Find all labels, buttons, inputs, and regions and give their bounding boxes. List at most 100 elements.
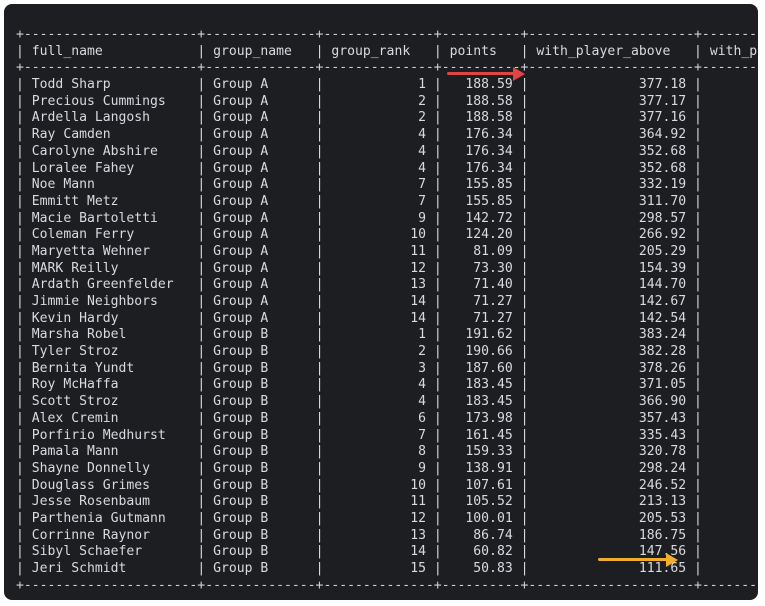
cell-with_player_below: 101.66 bbox=[710, 561, 758, 576]
cell-with_player_above: 352.68 bbox=[536, 143, 687, 159]
cell-full_name: Porfirio Medhurst bbox=[31, 427, 190, 443]
cell-points: 60.82 bbox=[449, 544, 513, 560]
cell-points: 188.59 bbox=[449, 77, 513, 93]
cell-group_rank: 2 bbox=[331, 110, 426, 126]
table-row: | Bernita Yundt | Group B | 3 | 187.60 |… bbox=[16, 361, 758, 378]
table-header-border: +----------------------+--------------+-… bbox=[16, 60, 758, 76]
cell-group_rank: 11 bbox=[331, 494, 426, 510]
cell-group_rank: 4 bbox=[331, 377, 426, 393]
cell-group_rank: 4 bbox=[331, 143, 426, 159]
yellow-arrow-icon bbox=[598, 552, 678, 567]
table-row: | Ray Camden | Group A | 4 | 176.34 | 36… bbox=[16, 127, 758, 144]
cell-with_player_above: 366.90 bbox=[536, 394, 687, 410]
cell-with_player_above: 382.28 bbox=[536, 344, 687, 360]
table-row: | Marsha Robel | Group B | 1 | 191.62 | … bbox=[16, 327, 758, 344]
cell-points: 100.01 bbox=[449, 510, 513, 526]
cell-with_player_above: 205.29 bbox=[536, 243, 687, 259]
cell-points: 191.62 bbox=[449, 327, 513, 343]
table-row: | Macie Bartoletti | Group A | 9 | 142.7… bbox=[16, 211, 758, 228]
cell-group_name: Group B bbox=[213, 360, 308, 376]
cell-full_name: Kevin Hardy bbox=[31, 310, 190, 326]
cell-with_player_below: 246.52 bbox=[710, 461, 758, 476]
cell-with_player_below: 147.56 bbox=[710, 528, 758, 543]
table-row: | Roy McHaffa | Group B | 4 | 183.45 | 3… bbox=[16, 377, 758, 394]
cell-group_rank: 1 bbox=[331, 327, 426, 343]
cell-with_player_below: 366.90 bbox=[710, 377, 758, 392]
table-row: | Porfirio Medhurst | Group B | 7 | 161.… bbox=[16, 428, 758, 445]
cell-group_rank: 9 bbox=[331, 460, 426, 476]
cell-group_name: Group B bbox=[213, 410, 308, 426]
cell-with_player_above: 320.78 bbox=[536, 444, 687, 460]
cell-with_player_below: 266.92 bbox=[710, 211, 758, 226]
cell-with_player_above: 142.54 bbox=[536, 310, 687, 326]
cell-with_player_above: 246.52 bbox=[536, 477, 687, 493]
cell-full_name: Todd Sharp bbox=[31, 77, 190, 93]
cell-group_rank: 3 bbox=[331, 360, 426, 376]
cell-group_rank: 13 bbox=[331, 527, 426, 543]
cell-group_rank: 13 bbox=[331, 277, 426, 293]
cell-group_name: Group B bbox=[213, 344, 308, 360]
cell-full_name: Carolyne Abshire bbox=[31, 143, 190, 159]
table-row: | Corrinne Raynor | Group B | 13 | 86.74… bbox=[16, 528, 758, 545]
cell-points: 155.85 bbox=[449, 193, 513, 209]
cell-with_player_above: 205.53 bbox=[536, 510, 687, 526]
cell-group_rank: 8 bbox=[331, 444, 426, 460]
cell-with_player_below: 298.24 bbox=[710, 444, 758, 459]
table-row: | Jimmie Neighbors | Group A | 14 | 71.2… bbox=[16, 294, 758, 311]
query-result-table: +----------------------+--------------+-… bbox=[16, 27, 758, 594]
cell-with_player_above: 378.26 bbox=[536, 360, 687, 376]
table-row: | Parthenia Gutmann | Group B | 12 | 100… bbox=[16, 511, 758, 528]
column-header-with_player_above: with_player_above bbox=[536, 43, 687, 59]
cell-group_name: Group B bbox=[213, 394, 308, 410]
cell-group_name: Group B bbox=[213, 460, 308, 476]
cell-group_name: Group A bbox=[213, 193, 308, 209]
cell-group_rank: 11 bbox=[331, 243, 426, 259]
cell-with_player_above: 371.05 bbox=[536, 377, 687, 393]
cell-with_player_below: 377.16 bbox=[710, 94, 758, 109]
table-row: | Douglass Grimes | Group B | 10 | 107.6… bbox=[16, 478, 758, 495]
cell-with_player_above: 377.16 bbox=[536, 110, 687, 126]
cell-full_name: Macie Bartoletti bbox=[31, 210, 190, 226]
cell-points: 159.33 bbox=[449, 444, 513, 460]
cell-group_name: Group B bbox=[213, 327, 308, 343]
cell-points: 155.85 bbox=[449, 177, 513, 193]
cell-points: 81.09 bbox=[449, 243, 513, 259]
cell-points: 161.45 bbox=[449, 427, 513, 443]
cell-group_name: Group A bbox=[213, 210, 308, 226]
cell-with_player_below: 142.67 bbox=[710, 277, 758, 292]
cell-full_name: Loralee Fahey bbox=[31, 160, 190, 176]
cell-group_rank: 7 bbox=[331, 193, 426, 209]
cell-group_name: Group A bbox=[213, 127, 308, 143]
cell-with_player_below: 111.65 bbox=[710, 544, 758, 559]
table-row: | Coleman Ferry | Group A | 10 | 124.20 … bbox=[16, 227, 758, 244]
cell-group_name: Group B bbox=[213, 510, 308, 526]
cell-with_player_below: 378.26 bbox=[710, 344, 758, 359]
table-row: | Ardath Greenfelder | Group A | 13 | 71… bbox=[16, 277, 758, 294]
cell-group_name: Group A bbox=[213, 277, 308, 293]
cell-group_name: Group B bbox=[213, 527, 308, 543]
cell-points: 176.34 bbox=[449, 160, 513, 176]
cell-full_name: Precious Cummings bbox=[31, 93, 190, 109]
cell-group_rank: 7 bbox=[331, 427, 426, 443]
cell-group_rank: 4 bbox=[331, 394, 426, 410]
cell-full_name: Ray Camden bbox=[31, 127, 190, 143]
cell-points: 188.58 bbox=[449, 93, 513, 109]
cell-with_player_below: 352.68 bbox=[710, 144, 758, 159]
cell-group_rank: 14 bbox=[331, 294, 426, 309]
cell-points: 73.30 bbox=[449, 260, 513, 276]
cell-with_player_below: 213.13 bbox=[710, 478, 758, 493]
cell-full_name: Alex Cremin bbox=[31, 410, 190, 426]
cell-points: 124.20 bbox=[449, 227, 513, 243]
cell-full_name: Ardella Langosh bbox=[31, 110, 190, 126]
cell-group_rank: 14 bbox=[331, 310, 426, 326]
table-row: | Jesse Rosenbaum | Group B | 11 | 105.5… bbox=[16, 494, 758, 511]
cell-group_rank: 2 bbox=[331, 93, 426, 109]
cell-points: 107.61 bbox=[449, 477, 513, 493]
cell-group_rank: 12 bbox=[331, 260, 426, 276]
cell-points: 71.40 bbox=[449, 277, 513, 293]
cell-group_name: Group A bbox=[213, 243, 308, 259]
cell-group_rank: 4 bbox=[331, 127, 426, 143]
cell-full_name: Jeri Schmidt bbox=[31, 561, 190, 576]
table-row: | MARK Reilly | Group A | 12 | 73.30 | 1… bbox=[16, 261, 758, 278]
cell-full_name: Sibyl Schaefer bbox=[31, 544, 190, 560]
